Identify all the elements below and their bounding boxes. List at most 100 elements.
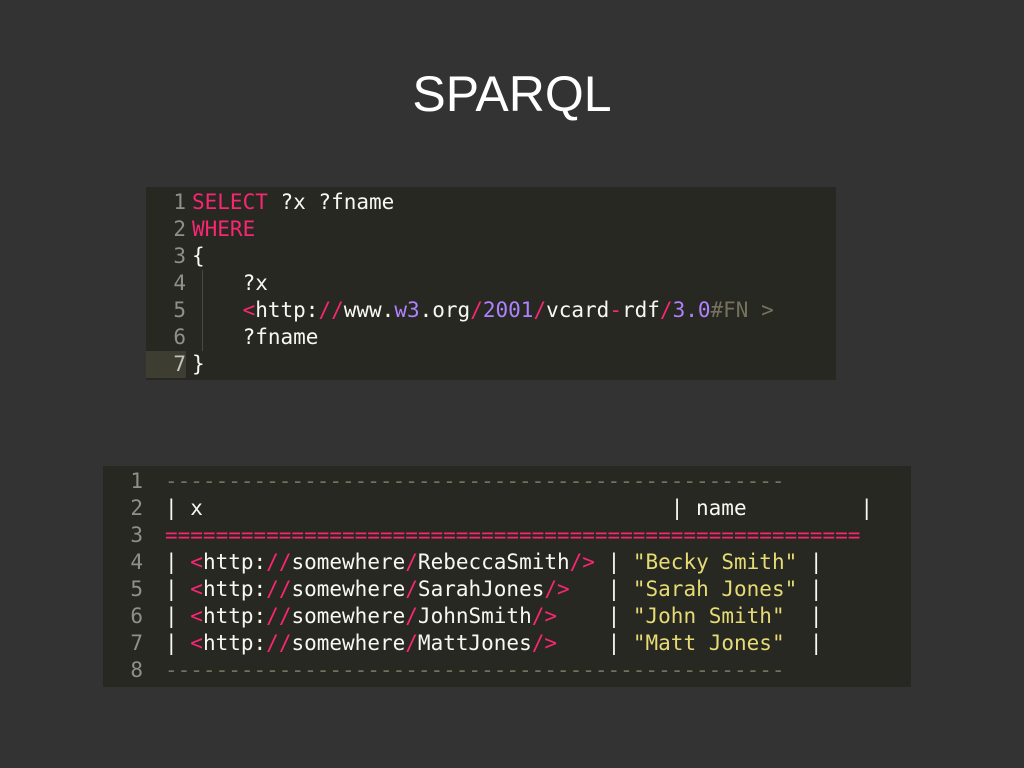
code-line: 4 | <http://somewhere/RebeccaSmith/> | "B… — [103, 549, 911, 576]
code-token: ?x — [192, 271, 268, 295]
code-token: ?fname — [192, 325, 319, 349]
code-token: // — [266, 577, 292, 601]
code-token: MattJones — [417, 631, 532, 655]
code-token: / — [533, 298, 547, 322]
code-token: "John Smith" — [632, 604, 785, 628]
line-number: 5 — [173, 298, 186, 322]
code-text: SELECT ?x ?fname — [192, 189, 394, 216]
code-token: | — [557, 631, 633, 655]
code-token: | — [165, 631, 191, 655]
line-number: 6 — [130, 604, 143, 628]
code-token: / — [405, 604, 418, 628]
code-line: 7 | <http://somewhere/MattJones/> | "Matt… — [103, 630, 911, 657]
code-line: 7} — [146, 351, 836, 378]
code-token: /> — [531, 604, 558, 628]
code-token: .org — [419, 298, 471, 322]
code-token: | — [165, 604, 191, 628]
code-token: w3 — [394, 298, 420, 322]
code-token: http: — [202, 577, 267, 601]
code-token: /> — [544, 577, 570, 601]
code-token: "Sarah Jones" — [632, 577, 798, 601]
code-text: | x | name | — [165, 495, 873, 522]
code-line: 6 ?fname — [146, 324, 836, 351]
code-token: // — [266, 604, 292, 628]
line-number: 7 — [130, 631, 143, 655]
code-token: | — [797, 550, 823, 574]
query-results-code-block: 1 ---------------------------------------… — [103, 466, 911, 687]
code-line: 5 | <http://somewhere/SarahJones/> | "Sar… — [103, 576, 911, 603]
code-token: / — [405, 577, 418, 601]
code-token: < — [242, 298, 256, 322]
code-text: | <http://somewhere/JohnSmith/> | "John … — [165, 603, 823, 630]
code-token: "Becky Smith" — [632, 550, 798, 574]
code-token: < — [190, 604, 203, 628]
line-number: 1 — [173, 190, 186, 214]
code-token: ----------------------------------------… — [165, 469, 785, 493]
line-number: 7 — [146, 351, 186, 378]
code-token: #FN > — [710, 298, 774, 322]
code-token: { — [192, 244, 205, 268]
line-number: 4 — [130, 550, 143, 574]
code-text: | <http://somewhere/SarahJones/> | "Sara… — [165, 576, 823, 603]
line-number: 3 — [173, 244, 186, 268]
code-token: | — [797, 577, 823, 601]
code-token: SELECT — [192, 190, 268, 214]
code-token: - — [609, 298, 622, 322]
code-token: } — [192, 352, 205, 376]
code-line: 3{ — [146, 243, 836, 270]
code-text: ========================================… — [165, 522, 860, 549]
line-number: 6 — [173, 325, 186, 349]
code-token: somewhere — [291, 577, 406, 601]
code-token: somewhere — [291, 631, 406, 655]
code-token: 3.0 — [672, 298, 711, 322]
code-token: | — [594, 550, 633, 574]
code-text: | <http://somewhere/MattJones/> | "Matt … — [165, 630, 823, 657]
code-token: http: — [255, 298, 319, 322]
code-text: ----------------------------------------… — [165, 657, 785, 684]
code-token: "Matt Jones" — [632, 631, 785, 655]
code-token: < — [190, 550, 203, 574]
code-line: 3 =======================================… — [103, 522, 911, 549]
code-token: rdf — [621, 298, 660, 322]
code-token: // — [318, 298, 344, 322]
code-token: / — [470, 298, 483, 322]
code-token: JohnSmith — [417, 604, 532, 628]
code-token: // — [266, 550, 292, 574]
code-line: 6 | <http://somewhere/JohnSmith/> | "John… — [103, 603, 911, 630]
code-token: / — [405, 550, 418, 574]
code-token: somewhere — [291, 604, 406, 628]
code-token: < — [190, 631, 203, 655]
code-line: 4 ?x — [146, 270, 836, 297]
code-token: www. — [343, 298, 395, 322]
code-text: ?fname — [192, 324, 319, 351]
code-token: 2001 — [482, 298, 534, 322]
line-number: 2 — [173, 217, 186, 241]
code-line: 5 <http://www.w3.org/2001/vcard-rdf/3.0#… — [146, 297, 836, 324]
code-token: / — [659, 298, 673, 322]
code-token: | — [165, 550, 191, 574]
code-token: ========================================… — [165, 523, 861, 547]
code-line: 1 ---------------------------------------… — [103, 468, 911, 495]
code-line: 2 WHERE — [146, 216, 836, 243]
line-number: 4 — [173, 271, 186, 295]
code-token: < — [190, 577, 203, 601]
line-number: 2 — [130, 496, 143, 520]
code-token: somewhere — [291, 550, 406, 574]
code-token: | — [784, 604, 823, 628]
code-token: WHERE — [192, 217, 256, 241]
code-text: ----------------------------------------… — [165, 468, 785, 495]
code-text: | <http://somewhere/RebeccaSmith/> | "Be… — [165, 549, 823, 576]
code-token: SarahJones — [417, 577, 545, 601]
code-token: http: — [202, 604, 267, 628]
code-token: ?x ?fname — [267, 190, 395, 214]
code-text: <http://www.w3.org/2001/vcard-rdf/3.0#FN… — [192, 297, 774, 324]
line-number: 5 — [130, 577, 143, 601]
slide-title: SPARQL — [412, 66, 612, 122]
code-token: ----------------------------------------… — [165, 658, 785, 682]
line-number: 3 — [130, 523, 143, 547]
code-token: http: — [202, 550, 267, 574]
code-token: | — [557, 604, 633, 628]
code-text: { — [192, 243, 205, 270]
code-token: vcard — [546, 298, 610, 322]
